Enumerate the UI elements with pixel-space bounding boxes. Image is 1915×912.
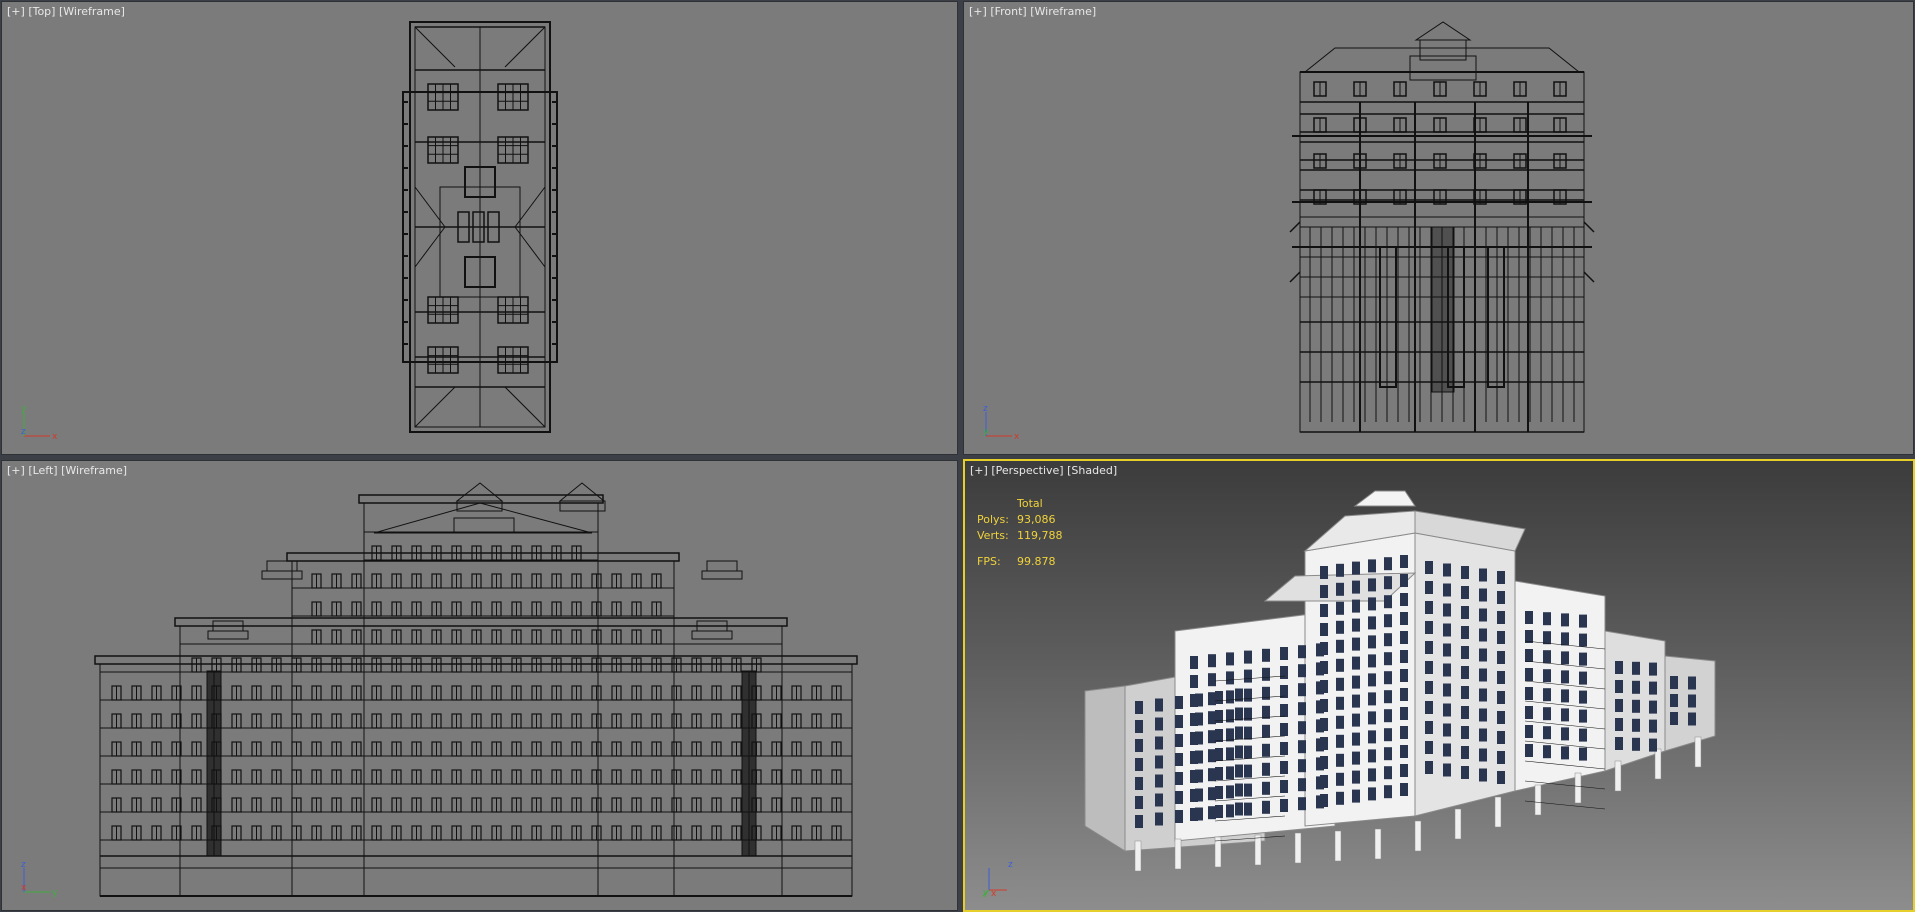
stats-header: Total [1017,497,1043,510]
viewport-label-left: [+] [Left] [Wireframe] [7,464,127,477]
front-wireframe-model [1289,21,1595,433]
viewport-menu-button[interactable]: [+] [7,5,25,18]
shading-mode-label[interactable]: [Wireframe] [1030,5,1096,18]
axis-z-label: z [21,427,26,437]
axis-y-label: y [983,427,989,437]
polys-label: Polys: [977,513,1009,526]
viewport-label-front: [+] [Front] [Wireframe] [969,5,1096,18]
viewport-menu-button[interactable]: [+] [7,464,25,477]
verts-label: Verts: [977,529,1009,542]
viewport-layout: [+] [Top] [Wireframe] x y z [+] [Front] … [0,0,1915,912]
fps-value: 99.878 [1017,555,1056,568]
viewport-label-perspective: [+] [Perspective] [Shaded] [970,464,1117,477]
left-wireframe-model [94,482,858,897]
verts-value: 119,788 [1017,529,1063,542]
axis-z-label: z [983,404,988,414]
viewport-front[interactable]: [+] [Front] [Wireframe] x z y [963,1,1914,455]
axis-y-label: y [21,404,27,414]
axis-x-label: x [991,889,997,899]
viewport-menu-button[interactable]: [+] [970,464,988,477]
view-label-front[interactable]: [Front] [990,5,1026,18]
axis-z-label: z [1008,860,1013,870]
axis-x-label: x [1014,432,1020,442]
viewport-perspective[interactable]: [+] [Perspective] [Shaded] Total Polys: … [963,459,1915,912]
axis-y-label: y [52,888,58,898]
axis-gizmo: x z y [982,860,1023,899]
polys-value: 93,086 [1017,513,1056,526]
top-wireframe-model [402,21,558,433]
viewport-label-top: [+] [Top] [Wireframe] [7,5,125,18]
scene-statistics: Total Polys: 93,086 Verts: 119,788 FPS: … [977,497,1107,571]
shading-mode-label[interactable]: [Wireframe] [61,464,127,477]
perspective-shaded-model [1084,490,1716,872]
view-label-left[interactable]: [Left] [28,464,57,477]
axis-gizmo: y z x [20,860,60,898]
axis-x-label: x [21,883,27,893]
shading-mode-label[interactable]: [Shaded] [1067,464,1117,477]
axis-gizmo: x z y [982,404,1022,442]
viewport-top[interactable]: [+] [Top] [Wireframe] x y z [1,1,958,455]
axis-y-label: y [983,888,989,898]
axis-gizmo: x y z [20,404,60,442]
viewport-menu-button[interactable]: [+] [969,5,987,18]
shading-mode-label[interactable]: [Wireframe] [59,5,125,18]
view-label-perspective[interactable]: [Perspective] [991,464,1063,477]
viewport-left[interactable]: [+] [Left] [Wireframe] y z x [1,460,958,911]
axis-x-label: x [52,432,58,442]
axis-z-label: z [21,860,26,870]
fps-label: FPS: [977,555,1001,568]
view-label-top[interactable]: [Top] [28,5,55,18]
